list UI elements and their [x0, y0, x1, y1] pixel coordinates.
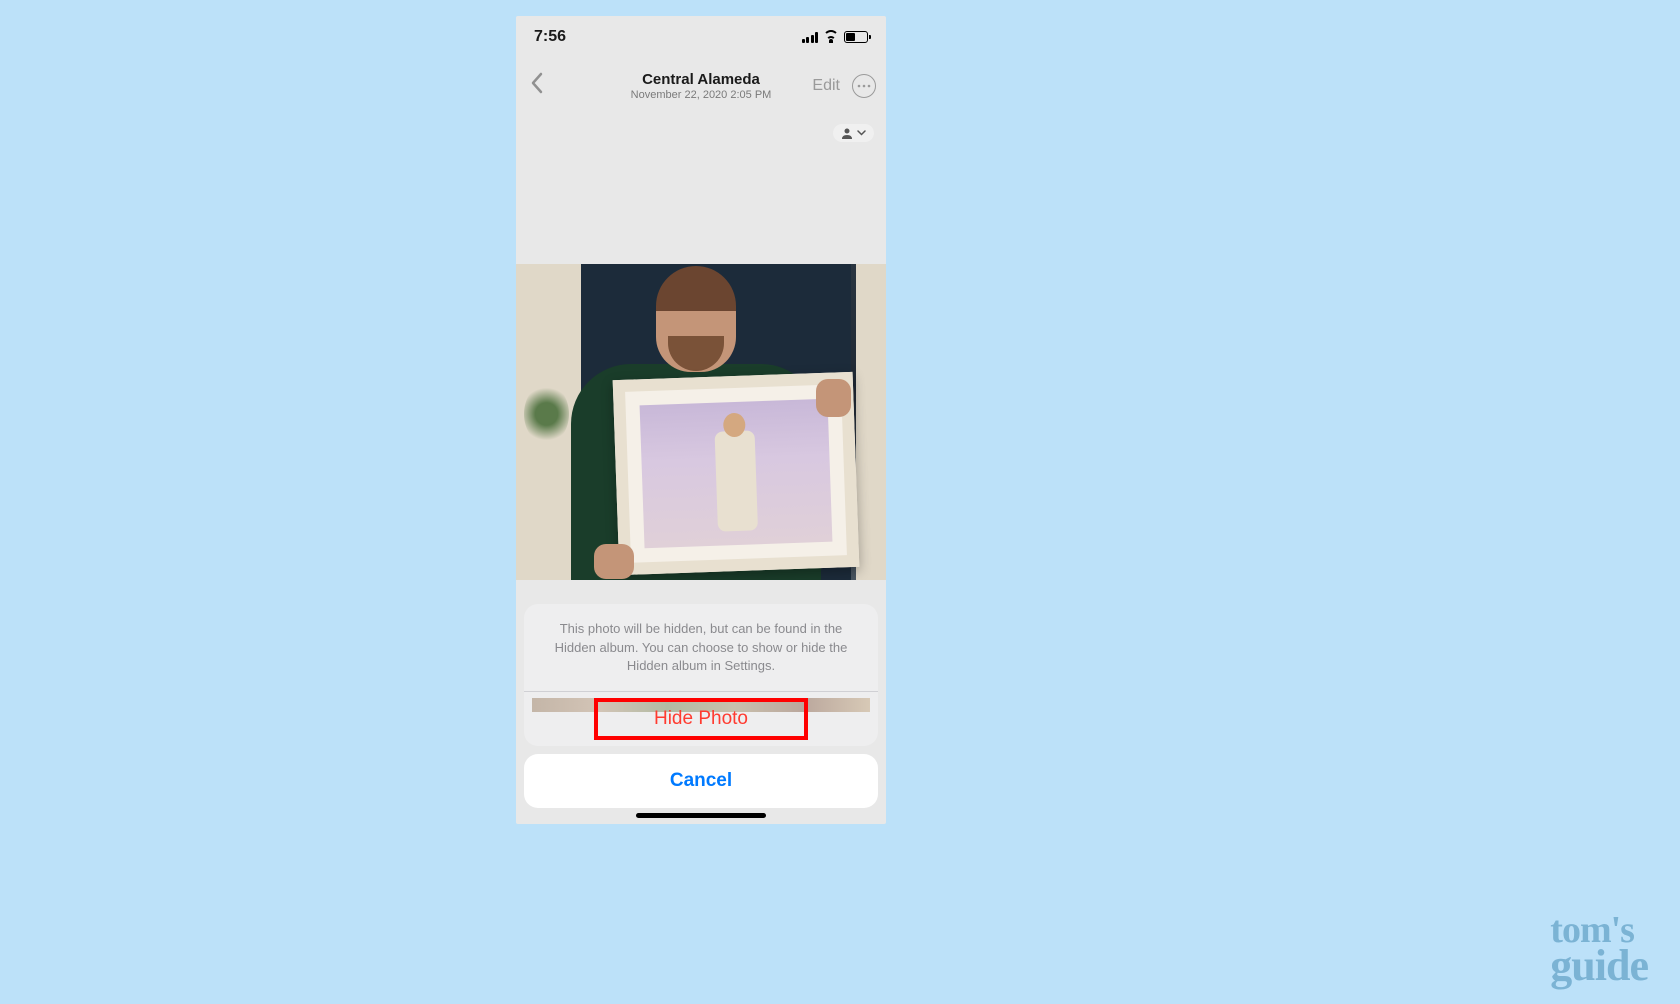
- cancel-button[interactable]: Cancel: [524, 754, 878, 808]
- wifi-icon: [823, 31, 839, 43]
- more-options-button[interactable]: [852, 74, 876, 98]
- home-indicator[interactable]: [636, 813, 766, 818]
- sheet-message: This photo will be hidden, but can be fo…: [524, 604, 878, 692]
- back-button[interactable]: [526, 72, 547, 100]
- ellipsis-icon: [857, 84, 871, 88]
- cellular-signal-icon: [802, 32, 819, 43]
- person-icon: [841, 127, 853, 139]
- phone-screenshot: 7:56 Central Alameda November 22, 2020 2…: [516, 16, 886, 824]
- battery-icon: [844, 31, 868, 43]
- hide-photo-label: Hide Photo: [654, 708, 748, 729]
- nav-title-group: Central Alameda November 22, 2020 2:05 P…: [631, 71, 772, 101]
- chevron-down-icon: [857, 130, 866, 136]
- status-time: 7:56: [534, 28, 566, 46]
- edit-button[interactable]: Edit: [812, 77, 840, 95]
- action-sheet: This photo will be hidden, but can be fo…: [524, 604, 878, 808]
- photo-content[interactable]: [516, 264, 886, 580]
- navigation-bar: Central Alameda November 22, 2020 2:05 P…: [516, 58, 886, 114]
- watermark-logo: tom's guide: [1550, 914, 1648, 984]
- chevron-left-icon: [530, 72, 543, 94]
- hide-photo-button[interactable]: Hide Photo: [524, 692, 878, 746]
- people-badge[interactable]: [833, 124, 874, 142]
- status-icons: [802, 31, 869, 43]
- location-title: Central Alameda: [631, 71, 772, 88]
- status-bar: 7:56: [516, 16, 886, 58]
- date-time-subtitle: November 22, 2020 2:05 PM: [631, 89, 772, 101]
- watermark-line2: guide: [1550, 947, 1648, 984]
